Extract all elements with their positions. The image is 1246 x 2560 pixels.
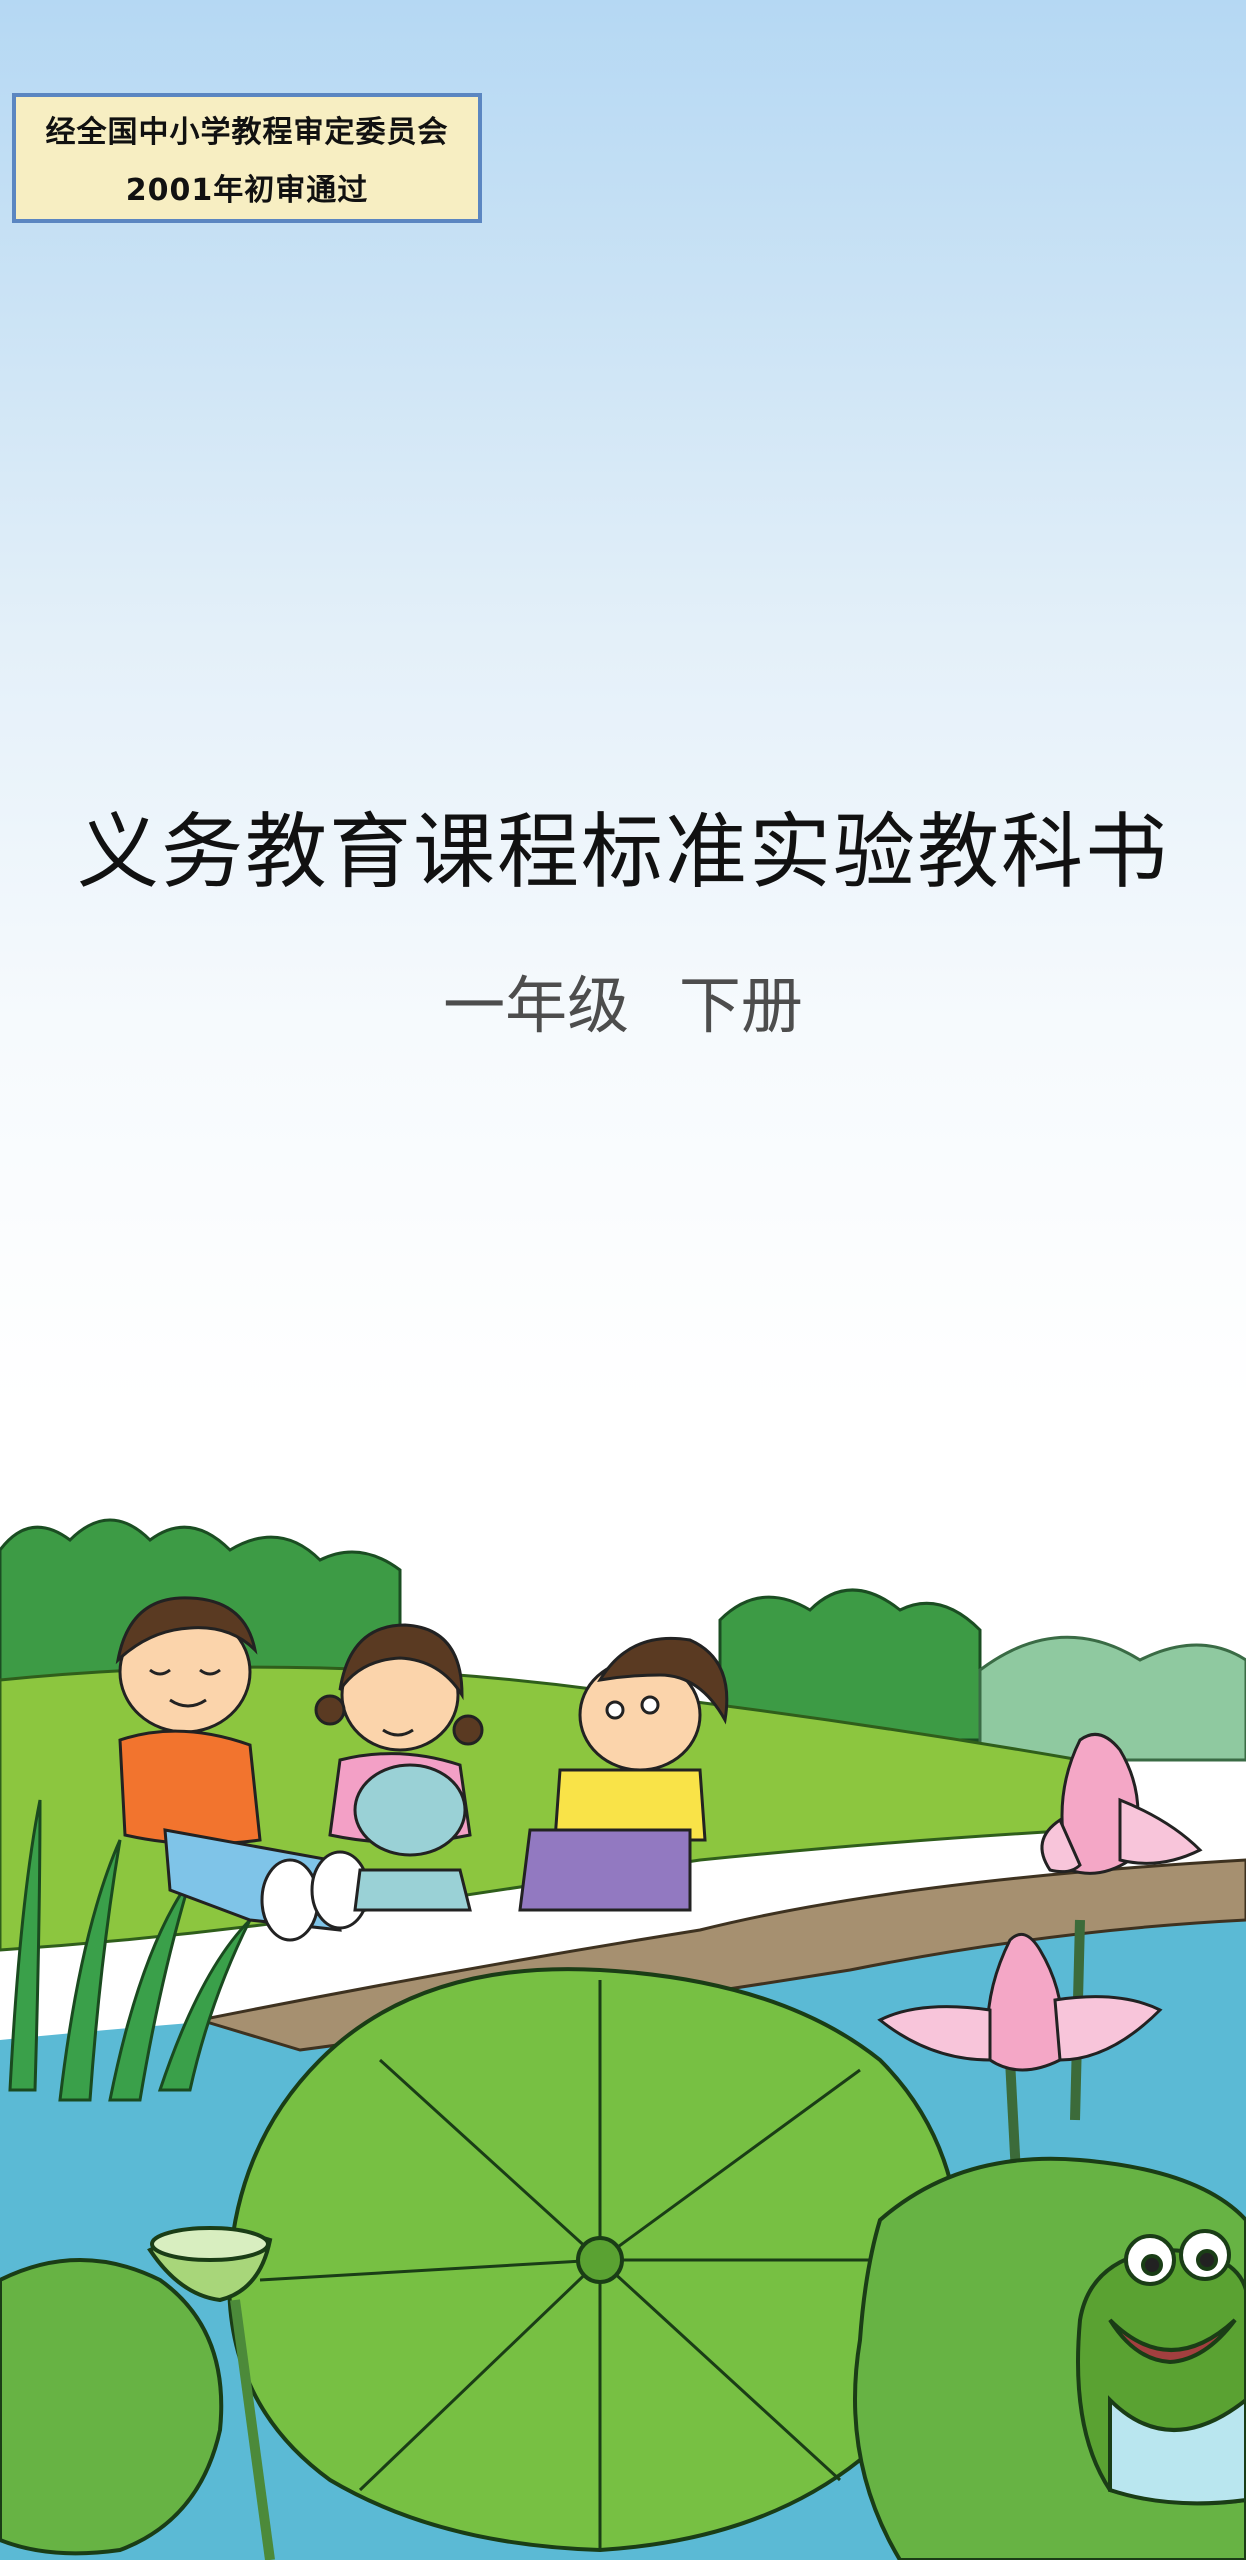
- lotus-leaf-icon: [227, 1967, 963, 2553]
- approval-line-2: 2001年初审通过: [125, 173, 369, 208]
- approval-notice: 经全国中小学教程审定委员会 2001年初审通过: [12, 93, 482, 223]
- pond-illustration: [0, 1518, 1246, 2560]
- approval-line-1: 经全国中小学教程审定委员会: [45, 115, 449, 150]
- grade-volume-title: 一年级 下册: [443, 969, 803, 1042]
- frog-icon: [1076, 2229, 1246, 2506]
- textbook-cover: 经全国中小学教程审定委员会 2001年初审通过 义务教育课程标准实验教科书 一年…: [0, 0, 1246, 2560]
- series-title: 义务教育课程标准实验教科书: [76, 805, 1169, 900]
